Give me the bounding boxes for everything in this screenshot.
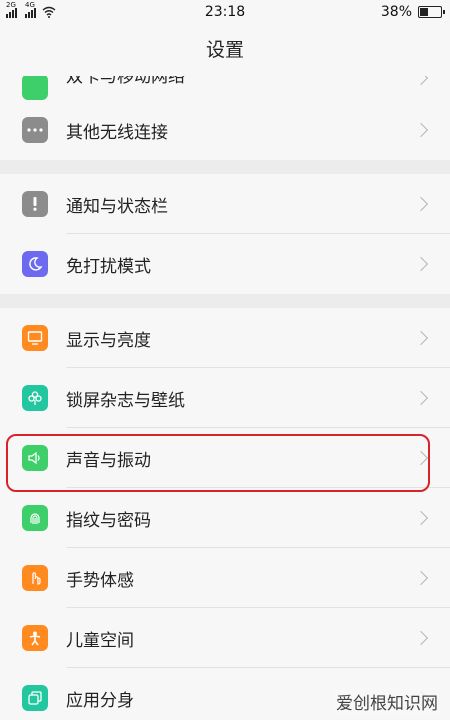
- settings-item-kids[interactable]: 儿童空间: [0, 608, 450, 668]
- settings-item-display[interactable]: 显示与亮度: [0, 308, 450, 368]
- settings-item-label: 锁屏杂志与壁纸: [66, 390, 185, 411]
- settings-item-label: 其他无线连接: [66, 122, 168, 143]
- hand-icon: [22, 565, 48, 591]
- settings-item-other-wireless[interactable]: 其他无线连接: [0, 100, 450, 160]
- section-divider: [0, 294, 450, 308]
- settings-item-dnd[interactable]: 免打扰模式: [0, 234, 450, 294]
- settings-item-label: 免打扰模式: [66, 256, 151, 277]
- battery-icon: [418, 6, 445, 18]
- chevron-right-icon: [413, 256, 429, 272]
- chevron-right-icon: [413, 122, 429, 138]
- settings-item-lockscreen[interactable]: 锁屏杂志与壁纸: [0, 368, 450, 428]
- chevron-right-icon: [413, 570, 429, 586]
- settings-item-label: 通知与状态栏: [66, 196, 168, 217]
- watermark: 爱创根知识网: [334, 689, 440, 714]
- moon-icon: [22, 251, 48, 277]
- flower-icon: [22, 385, 48, 411]
- chevron-right-icon: [413, 630, 429, 646]
- settings-item-label: 指纹与密码: [66, 510, 151, 531]
- monitor-icon: [22, 325, 48, 351]
- sim-icon: [22, 76, 48, 100]
- exclamation-icon: [22, 191, 48, 217]
- battery-area: 38%: [380, 4, 445, 20]
- clone-icon: [22, 685, 48, 711]
- settings-item-label: 应用分身: [66, 690, 134, 711]
- settings-item-mobile-network[interactable]: 双卡与移动网络: [0, 76, 450, 100]
- settings-item-label: 双卡与移动网络: [66, 76, 185, 87]
- settings-item-fingerprint[interactable]: 指纹与密码: [0, 488, 450, 548]
- settings-item-label: 显示与亮度: [66, 330, 151, 351]
- settings-item-notification[interactable]: 通知与状态栏: [0, 174, 450, 234]
- chevron-right-icon: [413, 330, 429, 346]
- settings-item-gesture[interactable]: 手势体感: [0, 548, 450, 608]
- status-bar: 2G 4G 23:18 38%: [0, 0, 450, 24]
- chevron-right-icon: [413, 76, 429, 86]
- battery-fill: [420, 8, 428, 16]
- chevron-right-icon: [413, 196, 429, 212]
- battery-percent: 38%: [380, 4, 412, 20]
- page-title: 设置: [0, 24, 450, 76]
- settings-list[interactable]: 双卡与移动网络 其他无线连接 通知与状态栏 免打扰模式 显示与亮度 锁屏杂志与壁…: [0, 76, 450, 720]
- settings-item-label: 儿童空间: [66, 630, 134, 651]
- section-divider: [0, 160, 450, 174]
- chevron-right-icon: [413, 510, 429, 526]
- more-icon: [22, 117, 48, 143]
- highlight-box: [6, 434, 430, 492]
- settings-item-label: 手势体感: [66, 570, 134, 591]
- fingerprint-icon: [22, 505, 48, 531]
- chevron-right-icon: [413, 390, 429, 406]
- child-icon: [22, 625, 48, 651]
